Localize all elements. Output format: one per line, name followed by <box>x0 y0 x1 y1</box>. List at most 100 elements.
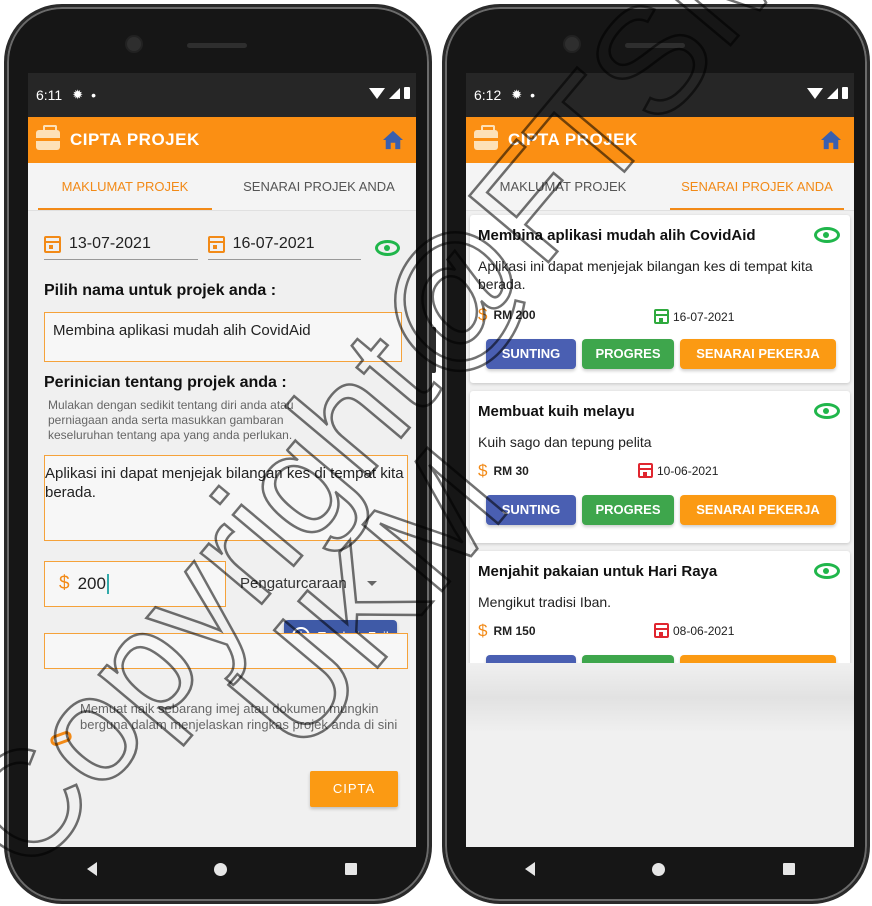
tab-bar: MAKLUMAT PROJEK SENARAI PROJEK ANDA <box>466 163 854 211</box>
project-card[interactable]: Membina aplikasi mudah alih CovidAid Apl… <box>470 215 850 383</box>
wifi-icon <box>807 87 823 99</box>
tab-bar: MAKLUMAT PROJEK SENARAI PROJEK ANDA <box>28 163 416 211</box>
paperclip-icon <box>48 729 74 748</box>
tab-project-info[interactable]: MAKLUMAT PROJEK <box>28 163 222 210</box>
budget-value: 200 <box>77 574 106 593</box>
card-actions: SUNTING PROGRES SENARAI PEKERJA <box>486 339 836 369</box>
project-name-input[interactable]: Membina aplikasi mudah alih CovidAid <box>44 312 402 362</box>
back-nav-icon[interactable] <box>524 862 535 876</box>
back-nav-icon[interactable] <box>86 862 97 876</box>
project-detail-heading: Perinician tentang projek anda : <box>44 374 287 391</box>
currency-symbol: $ <box>59 573 70 594</box>
dollar-icon: $ <box>478 305 488 324</box>
status-time: 6:12 <box>474 87 502 103</box>
power-button <box>431 327 436 373</box>
project-description: Mengikut tradisi Iban. <box>478 594 612 610</box>
notification-dot-icon: • <box>91 87 97 103</box>
project-description: Aplikasi ini dapat menjejak bilangan kes… <box>478 258 813 292</box>
front-camera <box>565 37 579 51</box>
eye-icon[interactable] <box>814 227 840 243</box>
create-button[interactable]: CIPTA <box>310 771 398 807</box>
phone-left: 6:11 ✹ • CIPTA PROJEK MAKLUMAT PROJEK SE… <box>4 4 436 904</box>
worker-list-button[interactable]: SENARAI PEKERJA <box>680 339 836 369</box>
home-nav-icon[interactable] <box>214 862 228 876</box>
tab-project-info[interactable]: MAKLUMAT PROJEK <box>466 163 660 210</box>
project-description: Kuih sago dan tepung pelita <box>478 434 652 450</box>
progress-button[interactable]: PROGRES <box>582 495 674 525</box>
project-detail-input[interactable]: Aplikasi ini dapat menjejak bilangan kes… <box>44 455 408 541</box>
project-title: Membuat kuih melayu <box>478 403 635 420</box>
date-value: 10-06-2021 <box>657 463 719 478</box>
status-bar: 6:12 ✹ • <box>466 73 854 117</box>
project-name-heading: Pilih nama untuk projek anda : <box>44 282 277 299</box>
project-form: 13-07-2021 16-07-2021 Pilih nama untuk p… <box>28 211 416 847</box>
eye-icon[interactable] <box>814 403 840 419</box>
home-icon[interactable] <box>382 130 404 150</box>
tab-project-list[interactable]: SENARAI PROJEK ANDA <box>660 163 854 210</box>
project-title: Membina aplikasi mudah alih CovidAid <box>478 227 756 244</box>
calendar-icon <box>654 623 669 638</box>
upload-hint: Memuat naik sebarang imej atau dokumen m… <box>80 701 398 732</box>
calendar-icon <box>44 235 61 253</box>
start-date-value: 13-07-2021 <box>69 235 151 252</box>
project-price: $ RM 200 <box>478 305 536 325</box>
budget-input[interactable]: $ 200 <box>44 561 226 607</box>
screen-create-project: 6:11 ✹ • CIPTA PROJEK MAKLUMAT PROJEK SE… <box>28 73 416 847</box>
recent-apps-icon[interactable] <box>345 863 358 875</box>
edit-button[interactable]: SUNTING <box>486 495 576 525</box>
signal-icon <box>389 87 400 99</box>
app-bar: CIPTA PROJEK <box>466 117 854 163</box>
briefcase-icon <box>36 125 60 150</box>
phone-right: 6:12 ✹ • CIPTA PROJEK MAKLUMAT PROJEK SE… <box>442 4 870 904</box>
price-value: RM 150 <box>493 624 536 638</box>
card-actions: SUNTING PROGRES SENARAI PEKERJA <box>486 495 836 525</box>
app-title: CIPTA PROJEK <box>508 130 638 149</box>
eye-icon[interactable] <box>814 563 840 579</box>
tab-project-list[interactable]: SENARAI PROJEK ANDA <box>222 163 416 210</box>
project-date: 08-06-2021 <box>654 623 734 638</box>
system-nav-bar <box>28 843 416 895</box>
end-date-field[interactable]: 16-07-2021 <box>207 235 362 260</box>
file-upload-field[interactable] <box>44 633 408 669</box>
start-date-field[interactable]: 13-07-2021 <box>44 235 198 260</box>
category-value: Pengaturcaraan <box>240 575 347 592</box>
progress-button[interactable]: PROGRES <box>582 339 674 369</box>
worker-list-button[interactable]: SENARAI PEKERJA <box>680 495 836 525</box>
home-nav-icon[interactable] <box>652 862 666 876</box>
earpiece-speaker <box>187 43 247 48</box>
project-list: Membina aplikasi mudah alih CovidAid Apl… <box>466 211 854 705</box>
front-camera <box>127 37 141 51</box>
recent-apps-icon[interactable] <box>783 863 796 875</box>
app-title: CIPTA PROJEK <box>70 130 200 149</box>
dollar-icon: $ <box>478 461 488 480</box>
project-date: 10-06-2021 <box>638 463 718 478</box>
date-value: 08-06-2021 <box>673 623 735 638</box>
settings-gear-icon: ✹ <box>511 87 523 102</box>
briefcase-icon <box>474 125 498 150</box>
calendar-icon <box>654 309 669 324</box>
price-value: RM 30 <box>493 464 529 478</box>
system-nav-bar <box>466 843 854 895</box>
edit-button[interactable]: SUNTING <box>486 339 576 369</box>
eye-icon[interactable] <box>375 239 400 256</box>
project-price: $ RM 150 <box>478 621 536 641</box>
dollar-icon: $ <box>478 621 488 640</box>
project-card[interactable]: Membuat kuih melayu Kuih sago dan tepung… <box>470 391 850 543</box>
dropdown-caret-icon <box>366 581 377 586</box>
status-time: 6:11 <box>36 87 63 103</box>
text-cursor <box>106 574 109 594</box>
wifi-icon <box>369 87 385 99</box>
battery-icon <box>404 87 410 99</box>
date-value: 16-07-2021 <box>673 309 735 324</box>
end-date-value: 16-07-2021 <box>232 235 315 252</box>
status-bar: 6:11 ✹ • <box>28 73 416 117</box>
settings-gear-icon: ✹ <box>72 87 84 102</box>
project-detail-value: Aplikasi ini dapat menjejak bilangan kes… <box>45 465 404 501</box>
price-value: RM 200 <box>493 308 536 322</box>
project-price: $ RM 30 <box>478 461 529 481</box>
home-icon[interactable] <box>820 130 842 150</box>
battery-icon <box>842 87 848 99</box>
notification-dot-icon: • <box>530 87 536 103</box>
project-date: 16-07-2021 <box>654 309 734 324</box>
category-select[interactable]: Pengaturcaraan <box>240 575 377 592</box>
